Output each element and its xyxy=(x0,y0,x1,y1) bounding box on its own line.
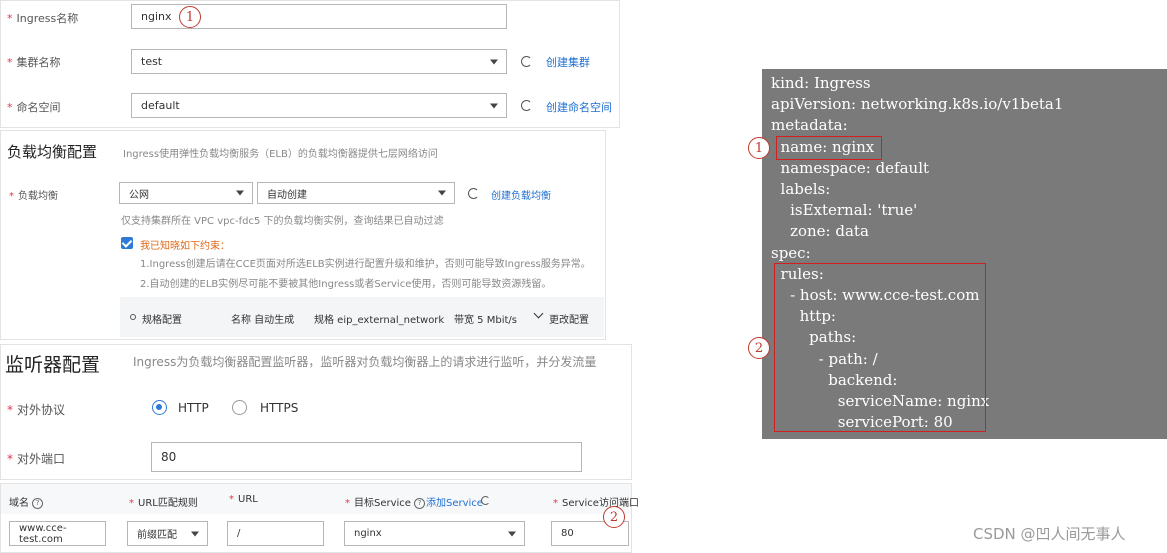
yaml-line: kind: Ingress xyxy=(771,74,871,92)
yaml-marker-two: 2 xyxy=(748,337,770,359)
refresh-icon[interactable] xyxy=(521,56,532,67)
listener-panel: 监听器配置 Ingress为负载均衡器配置监听器，监听器对负载均衡器上的请求进行… xyxy=(0,344,632,480)
chevron-down-icon xyxy=(490,59,498,64)
ingress-name-label: * Ingress名称 xyxy=(7,12,79,25)
yaml-line: spec: xyxy=(771,243,811,262)
marker-one: 1 xyxy=(179,6,201,28)
spec-bandwidth: 带宽 5 Mbit/s xyxy=(454,315,517,326)
lb-label: * 负载均衡 xyxy=(9,191,58,202)
spec-name: 名称 自动生成 xyxy=(231,315,295,326)
port-input[interactable]: 80 xyxy=(151,442,582,472)
load-balancer-panel: 负载均衡配置 Ingress使用弹性负载均衡服务（ELB）的负载均衡器提供七层网… xyxy=(0,130,606,340)
url-input[interactable]: / xyxy=(227,521,324,546)
cluster-select[interactable]: test xyxy=(131,49,507,74)
marker-two: 2 xyxy=(603,506,625,528)
refresh-icon[interactable] xyxy=(481,496,490,505)
namespace-label: * 命名空间 xyxy=(7,101,61,114)
chevron-down-icon xyxy=(236,190,244,196)
watermark: CSDN @凹人间无事人 xyxy=(973,525,1126,543)
col-target-service: * 目标Service? xyxy=(345,494,425,509)
yaml-line: labels: xyxy=(771,180,831,198)
col-domain: 域名? xyxy=(9,494,43,509)
chevron-down-icon xyxy=(191,531,199,536)
cluster-label: * 集群名称 xyxy=(7,56,61,69)
name-highlight-box xyxy=(776,136,882,160)
refresh-icon[interactable] xyxy=(468,188,479,199)
port-label: * 对外端口 xyxy=(7,452,66,466)
spec-change-button[interactable]: 更改配置 xyxy=(549,311,589,326)
chevron-down-icon xyxy=(508,531,516,536)
add-service-link[interactable]: 添加Service xyxy=(426,494,483,509)
vpc-hint: 仅支持集群所在 VPC vpc-fdc5 下的负载均衡实例，查询结果已自动过滤 xyxy=(121,216,444,227)
domain-input[interactable]: www.cce-test.com xyxy=(9,521,106,546)
yaml-line: namespace: default xyxy=(771,158,930,177)
chevron-down-icon xyxy=(533,308,544,319)
listener-section-title: 监听器配置 xyxy=(5,354,101,376)
url-rule-select[interactable]: 前缀匹配 xyxy=(127,521,208,546)
agree-label: 我已知晓如下约束： xyxy=(140,241,230,252)
lb-section-title: 负载均衡配置 xyxy=(7,143,98,161)
constraint-1: 1.Ingress创建后请在CCE页面对所选ELB实例进行配置升级和维护，否则可… xyxy=(140,259,591,270)
forwarding-rules-panel: 域名? * URL匹配规则 * URL * 目标Service? 添加Service … xyxy=(0,483,639,553)
col-url-rule: * URL匹配规则 xyxy=(129,498,198,509)
yaml-line: zone: data xyxy=(771,222,869,241)
help-icon: ? xyxy=(413,497,425,509)
namespace-select[interactable]: default xyxy=(131,93,507,118)
basic-info-panel: * Ingress名称 nginx 1 * 集群名称 test 创建集群 * 命名空间… xyxy=(0,0,620,128)
refresh-icon[interactable] xyxy=(521,100,532,111)
lb-mode-select[interactable]: 自动创建 xyxy=(257,182,455,204)
rules-highlight-box xyxy=(774,263,986,432)
create-cluster-link[interactable]: 创建集群 xyxy=(546,54,590,70)
listener-section-desc: Ingress为负载均衡器配置监听器，监听器对负载均衡器上的请求进行监听，并分发… xyxy=(133,355,597,369)
yaml-line: apiVersion: networking.k8s.io/v1beta1 xyxy=(771,95,1064,114)
spec-dot-icon xyxy=(130,314,136,320)
col-service-port: * Service访问端口 xyxy=(553,498,639,509)
http-label: HTTP xyxy=(178,401,209,415)
create-lb-link[interactable]: 创建负载均衡 xyxy=(491,187,551,202)
create-namespace-link[interactable]: 创建命名空间 xyxy=(546,99,612,115)
lb-type-select[interactable]: 公网 xyxy=(119,182,253,204)
spec-network: 规格 eip_external_network xyxy=(314,315,445,326)
forwarding-header xyxy=(1,484,631,514)
chevron-down-icon xyxy=(438,190,446,196)
help-icon: ? xyxy=(32,497,43,509)
yaml-marker-one: 1 xyxy=(748,137,770,159)
http-radio[interactable] xyxy=(152,400,167,415)
https-label: HTTPS xyxy=(260,401,299,415)
agree-checkbox[interactable] xyxy=(121,237,133,249)
spec-bar: 规格配置 名称 自动生成 规格 eip_external_network 带宽 … xyxy=(120,297,604,337)
spec-label: 规格配置 xyxy=(142,315,182,326)
chevron-down-icon xyxy=(490,103,498,108)
target-service-select[interactable]: nginx xyxy=(344,521,525,546)
lb-section-desc: Ingress使用弹性负载均衡服务（ELB）的负载均衡器提供七层网络访问 xyxy=(123,149,438,160)
yaml-code-block: kind: Ingress apiVersion: networking.k8s.… xyxy=(762,69,1167,439)
yaml-line: metadata: xyxy=(771,116,848,135)
protocol-label: * 对外协议 xyxy=(7,403,66,417)
https-radio[interactable] xyxy=(232,400,247,415)
yaml-line: isExternal: 'true' xyxy=(771,201,918,220)
constraint-2: 2.自动创建的ELB实例尽可能不要被其他Ingress或者Service使用，否… xyxy=(140,279,552,290)
col-url: * URL xyxy=(229,494,258,505)
